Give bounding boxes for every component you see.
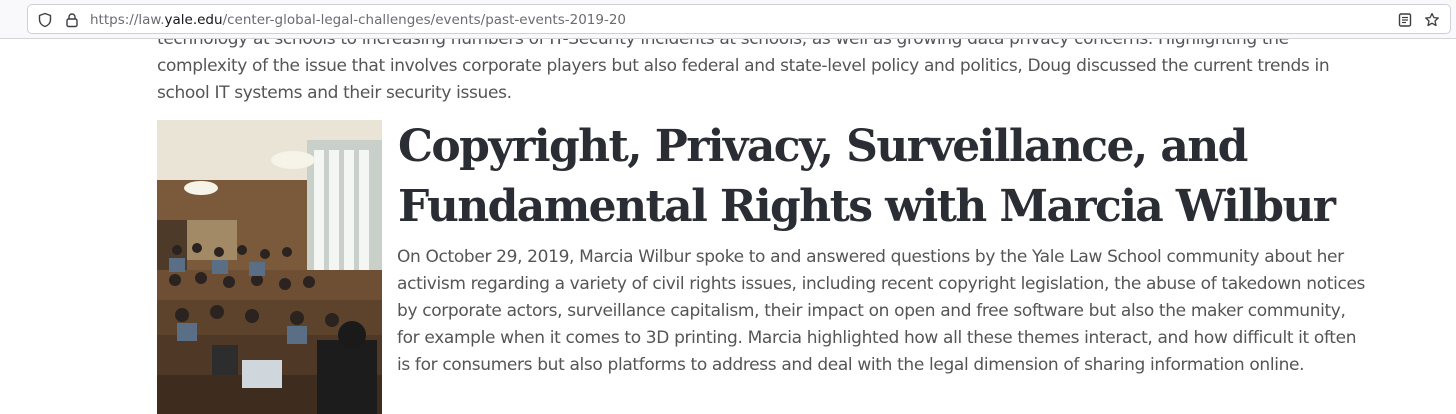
reader-view-icon[interactable]	[1397, 12, 1413, 28]
url-text[interactable]: https://law.yale.edu/center-global-legal…	[90, 11, 626, 29]
classroom-photo-illustration	[157, 120, 382, 414]
event-description: On October 29, 2019, Marcia Wilbur spoke…	[397, 247, 1366, 375]
url-host: yale.edu	[164, 12, 223, 28]
event-photo	[157, 120, 382, 414]
browser-toolbar: https://law.yale.edu/center-global-legal…	[0, 0, 1456, 39]
previous-event-paragraph: technology at schools to increasing numb…	[157, 39, 1330, 103]
url-prefix: https://law.	[90, 12, 165, 28]
lock-icon[interactable]	[64, 12, 80, 28]
bookmark-star-icon[interactable]	[1424, 12, 1440, 28]
shield-icon[interactable]	[37, 12, 53, 28]
url-path: /center-global-legal-challenges/events/p…	[222, 12, 627, 28]
page-content: technology at schools to increasing numb…	[0, 39, 1456, 414]
address-bar[interactable]: https://law.yale.edu/center-global-legal…	[27, 4, 1451, 34]
event-title[interactable]: Copyright, Privacy, Surveillance, and Fu…	[398, 117, 1358, 237]
